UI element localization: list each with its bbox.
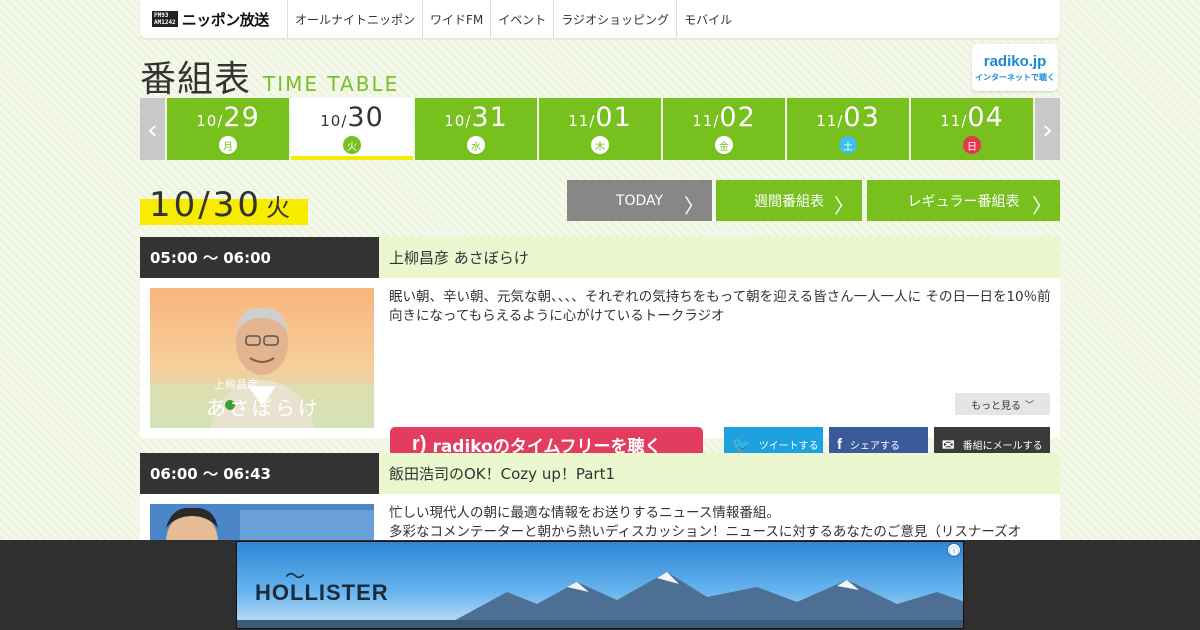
- date-month: 10/: [444, 112, 472, 130]
- program-description: 忙しい現代人の朝に最適な情報をお送りするニュース情報番組。 多彩なコメンテーター…: [389, 504, 1051, 542]
- nav-item-wide-fm[interactable]: ワイドFM: [423, 0, 492, 38]
- radiko-logo-text: radiko.jp: [983, 52, 1047, 70]
- program-title[interactable]: 飯田浩司のOK！Cozy up！Part1: [379, 453, 1060, 494]
- selected-date: 10/30 火: [140, 185, 308, 225]
- tweet-button-label: ツイートする: [758, 441, 819, 452]
- date-day: 30: [347, 102, 384, 133]
- date-month: 10/: [320, 112, 348, 130]
- program-time: 06:00 ～ 06:43: [140, 453, 379, 494]
- date-tab-1103[interactable]: 11/03 土: [787, 98, 909, 160]
- chevron-right-icon: ›: [1041, 112, 1054, 146]
- program-thumbnail[interactable]: 上柳昌彦 あさぼらけ: [150, 288, 374, 428]
- site-logo[interactable]: FM93 AM1242 ニッポン放送: [140, 0, 288, 38]
- date-tab-1031[interactable]: 10/31 水: [415, 98, 537, 160]
- program-block: 05:00 ～ 06:00 上柳昌彦 あさぼらけ 上柳昌彦 あさぼらけ 眠い朝、…: [140, 237, 1060, 462]
- date-tab-1101[interactable]: 11/01 木: [539, 98, 661, 160]
- program-body: 上柳昌彦 あさぼらけ 眠い朝、辛い朝、元気な朝、、、、それぞれの気持ちをもって朝…: [140, 278, 1060, 462]
- share-button-label: シェアする: [850, 441, 900, 452]
- page-title-en: TIME TABLE: [263, 72, 400, 96]
- program-title[interactable]: 上柳昌彦 あさぼらけ: [379, 237, 1060, 278]
- logo-badge: FM93 AM1242: [152, 11, 178, 27]
- selected-weekday: 火: [265, 194, 293, 222]
- weekday-badge: 火: [343, 136, 361, 154]
- chevron-down-icon: ﹀: [1024, 400, 1034, 411]
- weekday-badge: 金: [715, 136, 733, 154]
- regular-schedule-button[interactable]: レギュラー番組表 〉: [867, 180, 1060, 221]
- thumbnail-caption: あさぼらけ: [206, 396, 321, 420]
- program-block: 06:00 ～ 06:43 飯田浩司のOK！Cozy up！Part1 忙しい現…: [140, 453, 1060, 554]
- weekday-badge: 日: [963, 136, 981, 154]
- page-title: 番組表 TIME TABLE: [140, 50, 399, 102]
- program-description: 眠い朝、辛い朝、元気な朝、、、、それぞれの気持ちをもって朝を迎える皆さん一人一人…: [389, 289, 1051, 324]
- more-button-label: もっと見る: [970, 400, 1021, 412]
- ad-bar: 〜 HOLLISTER ⓘ: [0, 540, 1200, 630]
- today-button[interactable]: TODAY 〉: [567, 180, 712, 221]
- next-week-arrow[interactable]: ›: [1035, 98, 1060, 160]
- date-day: 01: [595, 102, 632, 133]
- prev-week-arrow[interactable]: ‹: [140, 98, 165, 160]
- date-strip: ‹ 10/29 月 10/30 火 10/31 水 11/01 木 11/02 …: [140, 98, 1060, 160]
- date-tab-1104[interactable]: 11/04 日: [911, 98, 1033, 160]
- selected-date-text: 10/30: [149, 185, 262, 225]
- weekly-schedule-button[interactable]: 週間番組表 〉: [716, 180, 862, 221]
- ad-banner[interactable]: 〜 HOLLISTER ⓘ: [236, 541, 964, 629]
- twitter-bird-icon: 🐦: [732, 436, 751, 454]
- date-month: 10/: [196, 112, 224, 130]
- date-tab-1102[interactable]: 11/02 金: [663, 98, 785, 160]
- weekday-badge: 水: [467, 136, 485, 154]
- today-button-label: TODAY: [615, 192, 664, 209]
- nav-item-allnightnippon[interactable]: オールナイトニッポン: [288, 0, 424, 38]
- ad-info-icon[interactable]: ⓘ: [947, 543, 961, 558]
- mail-button-label: 番組にメールする: [962, 441, 1043, 452]
- program-description-line: 忙しい現代人の朝に最適な情報をお送りするニュース情報番組。: [389, 505, 780, 521]
- facebook-f-icon: f: [837, 436, 842, 453]
- radiko-logo-sub: インターネットで聴く: [975, 72, 1055, 82]
- nav-item-radio-shopping[interactable]: ラジオショッピング: [554, 0, 678, 38]
- date-day: 02: [719, 102, 756, 133]
- date-month: 11/: [692, 112, 720, 130]
- regular-button-label: レギュラー番組表: [907, 193, 1020, 210]
- radiko-logo[interactable]: radiko.jp インターネットで聴く: [972, 44, 1058, 91]
- nav-item-event[interactable]: イベント: [491, 0, 555, 38]
- chevron-right-icon: 〉: [684, 194, 704, 218]
- date-tab-1030[interactable]: 10/30 火: [291, 98, 413, 160]
- date-month: 11/: [940, 112, 968, 130]
- date-month: 11/: [568, 112, 596, 130]
- chevron-right-icon: 〉: [1032, 194, 1052, 218]
- weekly-button-label: 週間番組表: [754, 193, 824, 210]
- date-day: 03: [843, 102, 880, 133]
- logo-badge-am: AM1242: [154, 19, 176, 26]
- date-tab-1029[interactable]: 10/29 月: [167, 98, 289, 160]
- program-time: 05:00 ～ 06:00: [140, 237, 379, 278]
- logo-badge-fm: FM93: [154, 12, 169, 19]
- page-title-ja: 番組表: [140, 59, 252, 100]
- date-day: 29: [223, 102, 260, 133]
- thumbnail-caption-small: 上柳昌彦: [214, 378, 258, 391]
- weekday-badge: 月: [219, 136, 237, 154]
- chevron-right-icon: 〉: [834, 194, 854, 218]
- top-nav: FM93 AM1242 ニッポン放送 オールナイトニッポン ワイドFM イベント…: [140, 0, 1060, 38]
- logo-name: ニッポン放送: [181, 10, 270, 29]
- mail-envelope-icon: ✉: [942, 436, 955, 454]
- weekday-badge: 土: [839, 136, 857, 154]
- weekday-badge: 木: [591, 136, 609, 154]
- date-month: 11/: [816, 112, 844, 130]
- ad-brand: HOLLISTER: [255, 580, 389, 605]
- more-button[interactable]: もっと見る ﹀: [955, 393, 1050, 415]
- nav-item-mobile[interactable]: モバイル: [677, 0, 739, 38]
- date-day: 31: [471, 102, 508, 133]
- date-day: 04: [967, 102, 1004, 133]
- chevron-left-icon: ‹: [146, 112, 159, 146]
